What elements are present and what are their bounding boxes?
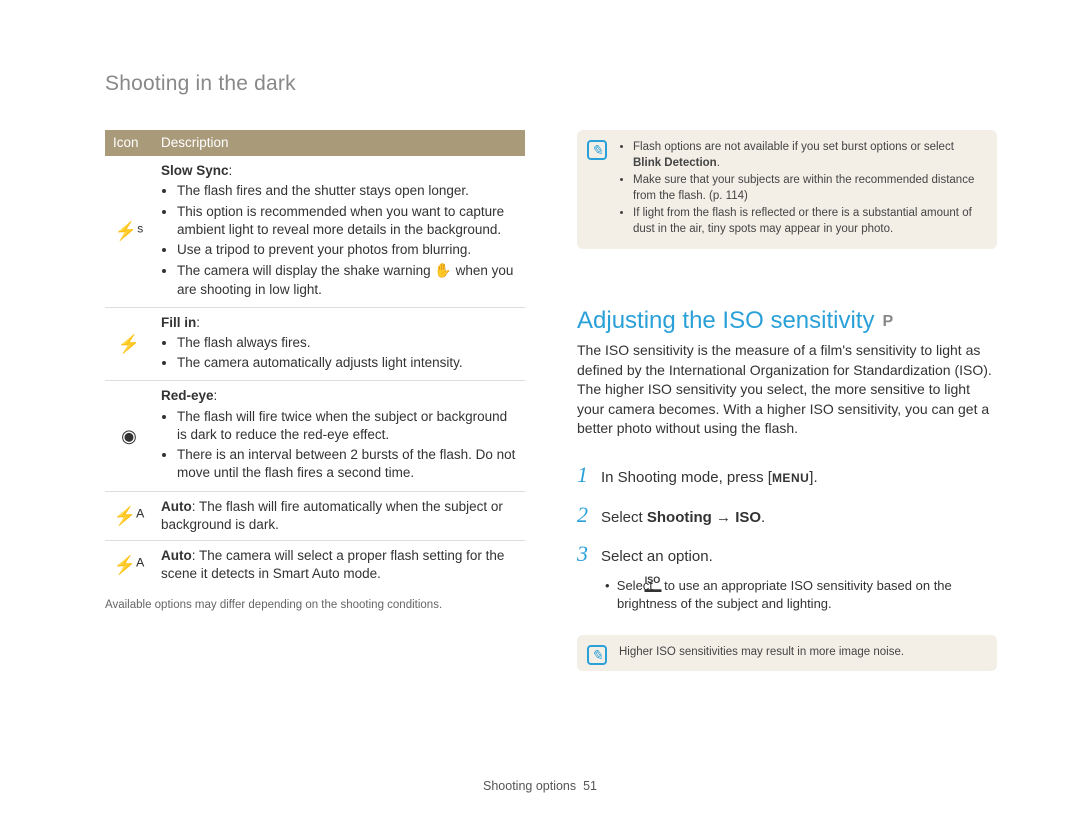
step-number: 1 xyxy=(577,455,601,495)
auto-flash-icon: ⚡ᴬ xyxy=(105,491,153,540)
step-number: 3 xyxy=(577,534,601,574)
slow-sync-b1: The flash fires and the shutter stays op… xyxy=(177,182,517,200)
page-footer: Shooting options 51 xyxy=(0,779,1080,793)
note2-text: Higher ISO sensitivities may result in m… xyxy=(619,646,904,658)
slow-sync-title: Slow Sync xyxy=(161,163,229,178)
table-row: ⚡ Fill in: The flash always fires. The c… xyxy=(105,307,525,381)
step-1: 1 In Shooting mode, press [MENU]. xyxy=(577,455,997,495)
fill-in-icon: ⚡ xyxy=(105,307,153,381)
step-3: 3 Select an option. xyxy=(577,534,997,574)
table-footnote: Available options may differ depending o… xyxy=(105,599,525,611)
red-eye-b2: There is an interval between 2 bursts of… xyxy=(177,446,517,482)
note-icon: ✎ xyxy=(587,140,607,160)
right-column: ✎ Flash options are not available if you… xyxy=(577,130,997,671)
smart-auto-flash-icon: ⚡ᴬ xyxy=(105,540,153,589)
step-number: 2 xyxy=(577,495,601,535)
page-title: Shooting in the dark xyxy=(105,72,1000,96)
flash-options-table: Icon Description ⚡ˢ Slow Sync: The flash… xyxy=(105,130,525,589)
note-box-flash: ✎ Flash options are not available if you… xyxy=(577,130,997,249)
fill-in-title: Fill in xyxy=(161,315,196,330)
fill-in-b2: The camera automatically adjusts light i… xyxy=(177,354,517,372)
auto1-cell: Auto: The flash will fire automatically … xyxy=(153,491,525,540)
steps-list: 1 In Shooting mode, press [MENU]. 2 Sele… xyxy=(577,455,997,613)
table-row: ⚡ᴬ Auto: The camera will select a proper… xyxy=(105,540,525,589)
shake-warning-icon: ✋ xyxy=(434,262,451,278)
step-3-sub: • Select ISO▬▬ to use an appropriate ISO… xyxy=(577,576,997,613)
iso-description: The ISO sensitivity is the measure of a … xyxy=(577,341,997,439)
section-heading: Adjusting the ISO sensitivityP xyxy=(577,307,997,335)
red-eye-title: Red-eye xyxy=(161,388,214,403)
menu-button-label: MENU xyxy=(772,471,809,485)
step-2: 2 Select Shooting → ISO. xyxy=(577,495,997,535)
table-row: ⚡ˢ Slow Sync: The flash fires and the sh… xyxy=(105,156,525,307)
th-desc: Description xyxy=(153,130,525,156)
th-icon: Icon xyxy=(105,130,153,156)
red-eye-icon: ◉ xyxy=(105,381,153,491)
slow-sync-icon: ⚡ˢ xyxy=(105,156,153,307)
left-column: Icon Description ⚡ˢ Slow Sync: The flash… xyxy=(105,130,525,671)
red-eye-b1: The flash will fire twice when the subje… xyxy=(177,408,517,444)
note-icon: ✎ xyxy=(587,645,607,665)
note1-b3: If light from the flash is reflected or … xyxy=(633,206,985,237)
table-row: ⚡ᴬ Auto: The flash will fire automatical… xyxy=(105,491,525,540)
mode-badge: P xyxy=(882,313,893,330)
auto2-cell: Auto: The camera will select a proper fl… xyxy=(153,540,525,589)
note1-b1: Flash options are not available if you s… xyxy=(633,140,985,171)
slow-sync-b3: Use a tripod to prevent your photos from… xyxy=(177,241,517,259)
slow-sync-b2: This option is recommended when you want… xyxy=(177,203,517,239)
slow-sync-b4: The camera will display the shake warnin… xyxy=(177,261,517,298)
table-row: ◉ Red-eye: The flash will fire twice whe… xyxy=(105,381,525,491)
fill-in-b1: The flash always fires. xyxy=(177,334,517,352)
note-box-iso: ✎ Higher ISO sensitivities may result in… xyxy=(577,635,997,671)
note1-b2: Make sure that your subjects are within … xyxy=(633,173,985,204)
